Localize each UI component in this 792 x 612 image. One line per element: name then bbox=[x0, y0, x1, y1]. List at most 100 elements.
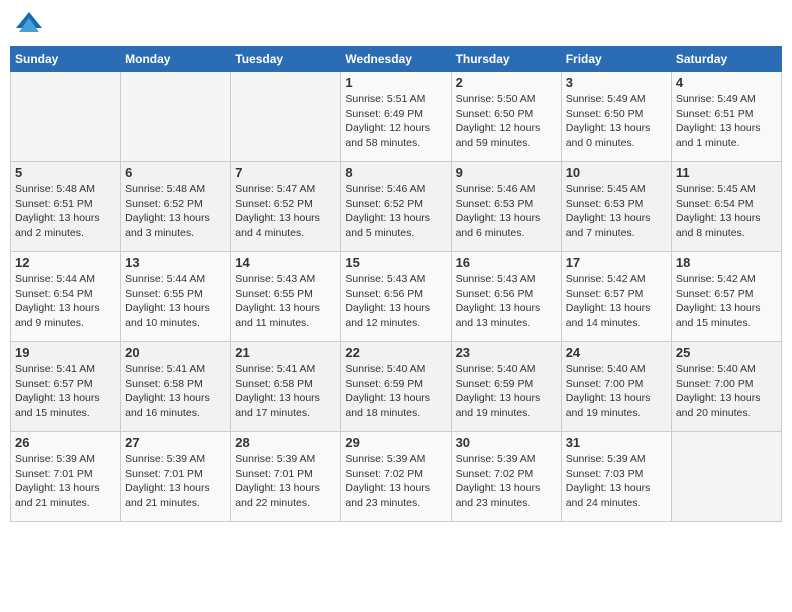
calendar-cell: 29 Sunrise: 5:39 AMSunset: 7:02 PMDayligh… bbox=[341, 432, 451, 522]
day-number: 5 bbox=[15, 165, 116, 180]
day-info-line: and 14 minutes. bbox=[566, 317, 641, 329]
day-info-line: and 15 minutes. bbox=[15, 407, 90, 419]
day-info-line: Daylight: 13 hours bbox=[125, 482, 210, 494]
calendar-cell: 26Sunrise: 5:39 AMSunset: 7:01 PMDayligh… bbox=[11, 432, 121, 522]
day-info-line: and 1 minute. bbox=[676, 137, 740, 149]
day-info-line: and 9 minutes. bbox=[15, 317, 84, 329]
calendar-cell: 3Sunrise: 5:49 AMSunset: 6:50 PMDaylight… bbox=[561, 72, 671, 162]
day-info-line: Sunrise: 5:43 AM bbox=[456, 273, 536, 285]
day-info-line: Daylight: 13 hours bbox=[15, 212, 100, 224]
day-info-line: Daylight: 13 hours bbox=[676, 392, 761, 404]
day-info: Sunrise: 5:41 AMSunset: 6:57 PMDaylight:… bbox=[15, 362, 116, 421]
day-info-line: Sunset: 6:57 PM bbox=[566, 288, 644, 300]
day-info-line: Sunset: 6:51 PM bbox=[15, 198, 93, 210]
day-number: 16 bbox=[456, 255, 557, 270]
day-info-line: Sunrise: 5:51 AM bbox=[345, 93, 425, 105]
calendar-cell: 19 Sunrise: 5:41 AMSunset: 6:57 PMDayligh… bbox=[11, 342, 121, 432]
calendar-week-row: 1Sunrise: 5:51 AMSunset: 6:49 PMDaylight… bbox=[11, 72, 782, 162]
calendar-header-sunday: Sunday bbox=[11, 47, 121, 72]
day-info-line: Sunrise: 5:40 AM bbox=[345, 363, 425, 375]
day-number: 24 bbox=[566, 345, 667, 360]
day-info-line: Sunset: 6:53 PM bbox=[456, 198, 534, 210]
day-number: 11 bbox=[676, 165, 777, 180]
day-info: Sunrise: 5:42 AMSunset: 6:57 PMDaylight:… bbox=[676, 272, 777, 331]
day-info-line: and 11 minutes. bbox=[235, 317, 309, 329]
day-number: 14 bbox=[235, 255, 336, 270]
day-info-line: Sunrise: 5:45 AM bbox=[676, 183, 756, 195]
day-info-line: and 7 minutes. bbox=[566, 227, 635, 239]
day-number: 19 bbox=[15, 345, 116, 360]
day-info: Sunrise: 5:43 AMSunset: 6:56 PMDaylight:… bbox=[345, 272, 446, 331]
day-info-line: Sunrise: 5:40 AM bbox=[676, 363, 756, 375]
day-info-line: Sunset: 6:49 PM bbox=[345, 108, 423, 120]
calendar-header-friday: Friday bbox=[561, 47, 671, 72]
day-info: Sunrise: 5:39 AMSunset: 7:01 PMDaylight:… bbox=[125, 452, 226, 511]
day-number: 12 bbox=[15, 255, 116, 270]
calendar-cell: 15Sunrise: 5:43 AMSunset: 6:56 PMDayligh… bbox=[341, 252, 451, 342]
calendar-cell: 14Sunrise: 5:43 AMSunset: 6:55 PMDayligh… bbox=[231, 252, 341, 342]
day-info-line: Sunrise: 5:40 AM bbox=[456, 363, 536, 375]
day-number: 10 bbox=[566, 165, 667, 180]
day-number: 13 bbox=[125, 255, 226, 270]
day-number: 7 bbox=[235, 165, 336, 180]
day-number: 23 bbox=[456, 345, 557, 360]
day-info-line: Sunset: 6:53 PM bbox=[566, 198, 644, 210]
day-info-line: Daylight: 12 hours bbox=[456, 122, 541, 134]
calendar-week-row: 19 Sunrise: 5:41 AMSunset: 6:57 PMDayligh… bbox=[11, 342, 782, 432]
day-info-line: and 23 minutes. bbox=[456, 497, 531, 509]
day-info: Sunrise: 5:46 AMSunset: 6:53 PMDaylight:… bbox=[456, 182, 557, 241]
day-info-line: Sunset: 6:54 PM bbox=[676, 198, 754, 210]
day-info-line: and 0 minutes. bbox=[566, 137, 635, 149]
day-info-line: Sunrise: 5:44 AM bbox=[125, 273, 205, 285]
calendar-cell: 8Sunrise: 5:46 AMSunset: 6:52 PMDaylight… bbox=[341, 162, 451, 252]
calendar-cell: 21Sunrise: 5:41 AMSunset: 6:58 PMDayligh… bbox=[231, 342, 341, 432]
logo-icon bbox=[14, 10, 44, 40]
day-info-line: Daylight: 13 hours bbox=[235, 212, 320, 224]
day-info-line: Daylight: 13 hours bbox=[566, 392, 651, 404]
calendar-cell: 30Sunrise: 5:39 AMSunset: 7:02 PMDayligh… bbox=[451, 432, 561, 522]
day-info-line: Daylight: 13 hours bbox=[456, 302, 541, 314]
day-info-line: and 18 minutes. bbox=[345, 407, 420, 419]
day-info-line: Sunrise: 5:39 AM bbox=[15, 453, 95, 465]
day-info: Sunrise: 5:39 AM Sunset: 7:01 PM Daylight:… bbox=[15, 452, 116, 511]
day-info-line: and 4 minutes. bbox=[235, 227, 304, 239]
day-info-line: Sunrise: 5:42 AM bbox=[676, 273, 756, 285]
day-info-line: and 59 minutes. bbox=[456, 137, 531, 149]
calendar-cell: 24Sunrise: 5:40 AMSunset: 7:00 PMDayligh… bbox=[561, 342, 671, 432]
day-number: 29 bbox=[345, 435, 446, 450]
day-info: Sunrise: 5:43 AMSunset: 6:55 PMDaylight:… bbox=[235, 272, 336, 331]
day-info-line: Sunset: 7:01 PM bbox=[15, 468, 93, 480]
day-info-line: Daylight: 13 hours bbox=[125, 212, 210, 224]
calendar-week-row: 26Sunrise: 5:39 AMSunset: 7:01 PMDayligh… bbox=[11, 432, 782, 522]
day-info-line: Sunset: 6:50 PM bbox=[456, 108, 534, 120]
day-info-line: Sunset: 7:01 PM bbox=[235, 468, 313, 480]
day-info-line: Sunrise: 5:41 AM bbox=[15, 363, 95, 375]
day-info: Sunrise: 5:39 AMSunset: 7:02 PMDaylight:… bbox=[345, 452, 446, 511]
day-info-line: Sunset: 6:55 PM bbox=[235, 288, 313, 300]
day-info-line: Daylight: 13 hours bbox=[15, 482, 100, 494]
day-info-line: Daylight: 13 hours bbox=[125, 302, 210, 314]
day-info: Sunrise: 5:45 AMSunset: 6:53 PMDaylight:… bbox=[566, 182, 667, 241]
calendar-cell: 22Sunrise: 5:40 AMSunset: 6:59 PMDayligh… bbox=[341, 342, 451, 432]
day-info-line: and 12 minutes. bbox=[345, 317, 420, 329]
day-info-line: Sunrise: 5:48 AM bbox=[15, 183, 95, 195]
calendar-cell bbox=[121, 72, 231, 162]
calendar-cell: 6Sunrise: 5:48 AMSunset: 6:52 PMDaylight… bbox=[121, 162, 231, 252]
calendar-cell: 2Sunrise: 5:50 AMSunset: 6:50 PMDaylight… bbox=[451, 72, 561, 162]
day-info: Sunrise: 5:51 AMSunset: 6:49 PMDaylight:… bbox=[345, 92, 446, 151]
logo bbox=[14, 10, 48, 40]
calendar-week-row: 12Sunrise: 5:44 AMSunset: 6:54 PMDayligh… bbox=[11, 252, 782, 342]
day-info: Sunrise: 5:39 AMSunset: 7:02 PMDaylight:… bbox=[456, 452, 557, 511]
day-info: Sunrise: 5:41 AMSunset: 6:58 PMDaylight:… bbox=[125, 362, 226, 421]
day-info-line: Daylight: 13 hours bbox=[566, 482, 651, 494]
day-number: 25 bbox=[676, 345, 777, 360]
day-info: Sunrise: 5:39 AMSunset: 7:01 PMDaylight:… bbox=[235, 452, 336, 511]
day-info-line: Sunset: 7:00 PM bbox=[676, 378, 754, 390]
day-number: 18 bbox=[676, 255, 777, 270]
day-info-line: and 19 minutes. bbox=[456, 407, 531, 419]
day-info-line: Daylight: 13 hours bbox=[456, 212, 541, 224]
calendar-cell: 11Sunrise: 5:45 AMSunset: 6:54 PMDayligh… bbox=[671, 162, 781, 252]
day-info-line: Sunrise: 5:43 AM bbox=[235, 273, 315, 285]
day-info-line: Sunrise: 5:49 AM bbox=[566, 93, 646, 105]
day-info: Sunrise: 5:49 AMSunset: 6:50 PMDaylight:… bbox=[566, 92, 667, 151]
